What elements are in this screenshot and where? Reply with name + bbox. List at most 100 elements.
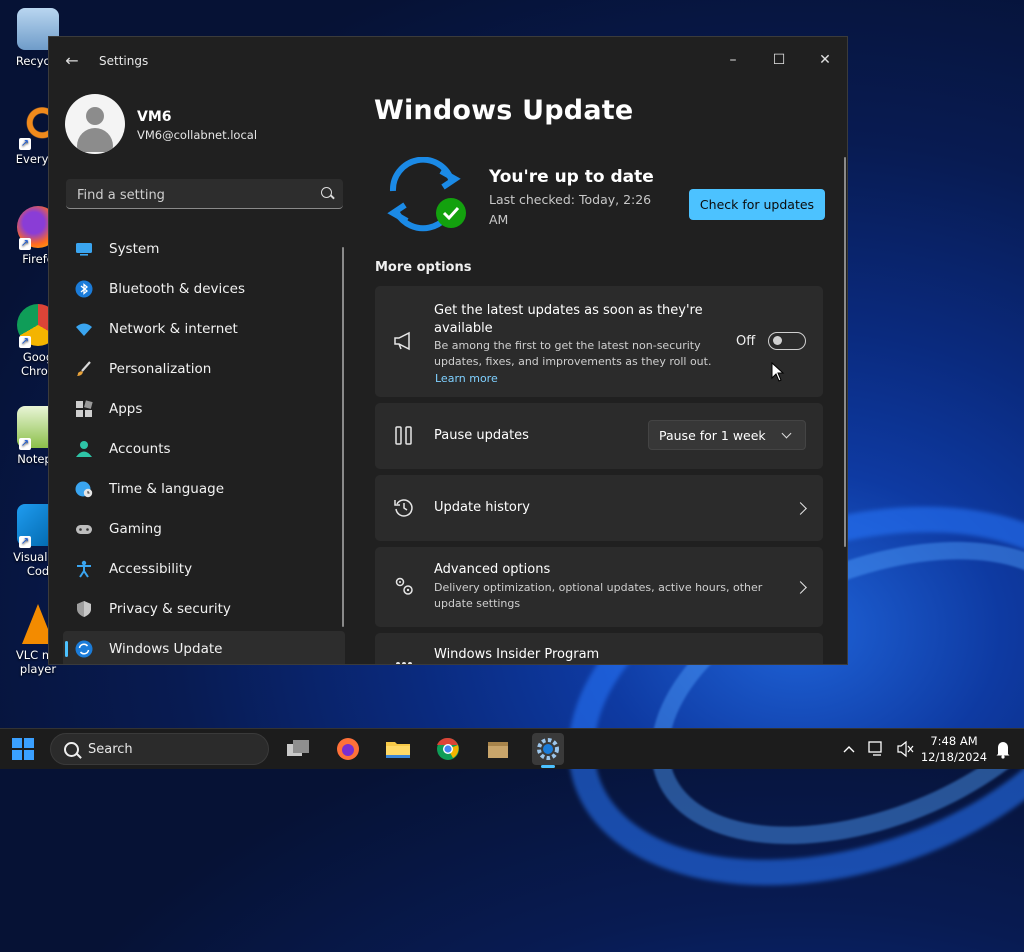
sidebar-item-network[interactable]: Network & internet — [63, 311, 345, 347]
advanced-options-card[interactable]: Advanced options Delivery optimization, … — [375, 547, 823, 627]
task-view-icon — [287, 740, 309, 756]
shortcut-arrow-icon: ↗ — [19, 336, 31, 348]
sidebar-item-personalization[interactable]: Personalization — [63, 351, 345, 387]
close-button[interactable]: ✕ — [803, 45, 847, 75]
taskbar-clock[interactable]: 7:48 AM 12/18/2024 — [918, 733, 990, 765]
task-view-button[interactable] — [282, 733, 314, 765]
dropdown-value: Pause for 1 week — [659, 428, 766, 443]
chrome-icon — [437, 737, 459, 760]
gear-icon — [537, 738, 559, 760]
sidebar-item-label: Privacy & security — [109, 601, 231, 617]
pause-duration-dropdown[interactable]: Pause for 1 week — [648, 420, 806, 450]
apps-icon — [76, 400, 93, 417]
sidebar-item-accessibility[interactable]: Accessibility — [63, 551, 345, 587]
find-setting-search-box[interactable] — [66, 179, 343, 209]
update-history-card[interactable]: Update history — [375, 475, 823, 541]
history-icon — [394, 499, 413, 517]
pause-icon — [395, 426, 412, 445]
advanced-options-description: Delivery optimization, optional updates,… — [434, 581, 763, 610]
taskbar-firefox[interactable] — [332, 733, 364, 765]
archive-icon — [488, 742, 508, 758]
bell-icon — [996, 742, 1010, 759]
gears-icon — [395, 577, 413, 595]
taskbar-search-label: Search — [88, 742, 133, 757]
megaphone-icon — [394, 331, 410, 351]
avatar[interactable] — [65, 94, 125, 154]
update-history-title: Update history — [434, 500, 530, 515]
sidebar-nav: System Bluetooth & devices Network & int… — [63, 231, 345, 664]
toggle-state-label: Off — [736, 334, 756, 349]
firefox-icon — [337, 738, 359, 760]
taskbar-file-explorer[interactable] — [382, 733, 414, 765]
sidebar-item-label: Bluetooth & devices — [109, 281, 246, 297]
shortcut-arrow-icon: ↗ — [19, 536, 31, 548]
taskbar-chrome[interactable] — [432, 733, 464, 765]
brush-icon — [77, 361, 91, 376]
learn-more-link[interactable]: Learn more — [435, 372, 498, 385]
shortcut-arrow-icon: ↗ — [19, 238, 31, 250]
latest-updates-card: Get the latest updates as soon as they'r… — [375, 286, 823, 397]
sidebar-item-windows-update[interactable]: Windows Update — [63, 631, 345, 664]
sidebar-item-label: System — [109, 241, 160, 257]
title-bar[interactable]: ← Settings – ☐ ✕ — [49, 37, 847, 85]
user-name: VM6 — [137, 109, 172, 125]
start-button[interactable] — [12, 738, 34, 760]
sidebar-item-label: Time & language — [109, 481, 225, 497]
taskbar-settings[interactable] — [532, 733, 564, 768]
accessibility-icon — [77, 560, 91, 578]
system-icon — [76, 243, 92, 256]
last-checked-text: Last checked: Today, 2:26 AM — [489, 192, 652, 227]
wifi-icon — [76, 323, 92, 336]
sidebar-item-privacy-security[interactable]: Privacy & security — [63, 591, 345, 627]
chevron-up-icon — [843, 746, 855, 753]
sidebar-item-label: Personalization — [109, 361, 212, 377]
sync-status-icon — [387, 157, 466, 232]
more-options-heading: More options — [375, 260, 472, 275]
search-input[interactable] — [75, 184, 309, 206]
content-scrollbar[interactable] — [844, 157, 846, 547]
clock-time: 7:48 AM — [930, 734, 978, 748]
taskbar: Search 7:48 AM 12/18/2024 — [0, 728, 1024, 769]
shortcut-arrow-icon: ↗ — [19, 138, 31, 150]
network-status-button[interactable] — [866, 729, 886, 769]
sidebar-item-gaming[interactable]: Gaming — [63, 511, 345, 547]
advanced-options-title: Advanced options — [434, 562, 551, 577]
volume-button[interactable] — [896, 729, 916, 769]
user-email: VM6@collabnet.local — [137, 128, 258, 142]
sidebar-item-accounts[interactable]: Accounts — [63, 431, 345, 467]
chevron-right-icon — [794, 581, 807, 594]
chevron-down-icon — [781, 428, 792, 439]
windows-update-icon — [75, 640, 93, 658]
sidebar-scrollbar[interactable] — [342, 247, 344, 627]
sidebar-item-system[interactable]: System — [63, 231, 345, 267]
sidebar-item-label: Gaming — [109, 521, 162, 537]
check-for-updates-button[interactable]: Check for updates — [689, 189, 825, 220]
pause-updates-title: Pause updates — [434, 428, 529, 443]
windows-insider-card[interactable]: Windows Insider Program — [375, 633, 823, 664]
shield-icon — [77, 601, 91, 617]
accounts-icon — [76, 441, 92, 457]
taskbar-search[interactable]: Search — [50, 733, 269, 765]
avatar-body-shape — [77, 128, 113, 152]
notifications-button[interactable] — [994, 729, 1012, 769]
maximize-button[interactable]: ☐ — [757, 45, 801, 75]
latest-updates-toggle[interactable] — [768, 332, 806, 350]
avatar-head-shape — [86, 107, 104, 125]
sidebar-item-bluetooth[interactable]: Bluetooth & devices — [63, 271, 345, 307]
search-icon[interactable] — [321, 187, 332, 198]
insider-icon — [396, 662, 412, 664]
sidebar-item-label: Windows Update — [109, 641, 223, 657]
sidebar-item-label: Network & internet — [109, 321, 238, 337]
minimize-button[interactable]: – — [711, 45, 755, 75]
back-arrow-icon[interactable]: ← — [61, 51, 83, 71]
sidebar-item-apps[interactable]: Apps — [63, 391, 345, 427]
folder-icon — [386, 742, 410, 758]
windows-insider-title: Windows Insider Program — [434, 647, 600, 662]
sidebar-item-time-language[interactable]: Time & language — [63, 471, 345, 507]
sidebar-item-label: Accounts — [109, 441, 171, 457]
clock-date: 12/18/2024 — [920, 750, 988, 764]
search-icon — [64, 742, 79, 757]
page-title: Windows Update — [374, 95, 634, 126]
show-hidden-icons-button[interactable] — [841, 729, 857, 769]
taskbar-archive-app[interactable] — [482, 733, 514, 765]
